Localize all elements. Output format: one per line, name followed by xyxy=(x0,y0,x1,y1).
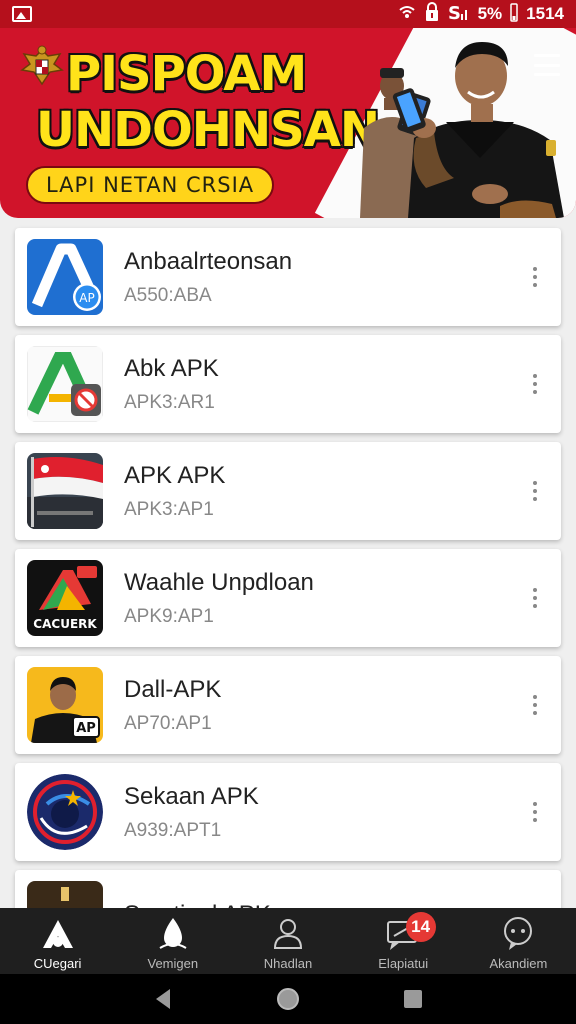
flag-icon xyxy=(27,453,103,529)
nav-label: Nhadlan xyxy=(263,956,313,971)
back-icon[interactable] xyxy=(143,979,183,1019)
blue-a-icon: AP xyxy=(27,239,103,315)
sim-icon: S xyxy=(448,2,470,27)
lock-icon xyxy=(424,1,440,27)
banner-title: PISPOAM UNDOHNSAN xyxy=(36,46,380,158)
nav-item-home[interactable]: CUegari xyxy=(0,908,115,974)
battery-icon xyxy=(510,2,518,27)
user-icon xyxy=(273,919,303,949)
more-options-icon[interactable] xyxy=(523,578,547,618)
nav-item-message[interactable]: Akandiem xyxy=(461,908,576,974)
app-name: Waahle Unpdloan xyxy=(124,569,314,596)
image-icon xyxy=(12,6,32,22)
app-subtitle: APK3:AR1 xyxy=(124,392,215,413)
header-banner: PISPOAM UNDOHNSAN LAPI NETAN CRSIA xyxy=(0,28,576,218)
banner-title-line1: PISPOAM xyxy=(66,46,307,102)
more-options-icon[interactable] xyxy=(523,471,547,511)
nav-item-drop[interactable]: Vemigen xyxy=(115,908,230,974)
app-subtitle: APK9:AP1 xyxy=(124,606,214,627)
ap-badge-text: AP xyxy=(79,291,94,305)
system-navigation-bar xyxy=(0,974,576,1024)
app-list: AP Anbaalrteonsan A550:ABA Abk APK APK3:… xyxy=(0,222,576,908)
hamburger-menu-icon[interactable] xyxy=(534,54,560,76)
more-options-icon[interactable] xyxy=(523,792,547,832)
recents-icon[interactable] xyxy=(393,979,433,1019)
more-options-icon[interactable] xyxy=(523,685,547,725)
nav-label: Vemigen xyxy=(147,956,199,971)
list-item[interactable]: CACUERK Waahle Unpdloan APK9:AP1 xyxy=(15,549,561,647)
app-subtitle: APK3:AP1 xyxy=(124,499,214,520)
list-item[interactable]: Scretiaal APK xyxy=(15,870,561,908)
clock: 1514 xyxy=(526,4,564,23)
list-item[interactable]: AP Dall-APK AP70:AP1 xyxy=(15,656,561,754)
nav-item-user[interactable]: Nhadlan xyxy=(230,908,345,974)
home-button-icon[interactable] xyxy=(268,979,308,1019)
ap-tag-text: AP xyxy=(76,721,96,736)
app-name: Sekaan APK xyxy=(124,783,259,810)
app-name: Scretiaal APK xyxy=(124,900,523,908)
banner-title-line2: UNDOHNSAN xyxy=(36,102,380,158)
app-subtitle: A550:ABA xyxy=(124,285,212,306)
more-options-icon[interactable] xyxy=(523,257,547,297)
green-a-icon xyxy=(27,346,103,422)
app-name: Dall-APK xyxy=(124,676,222,703)
nav-label: Akandiem xyxy=(489,956,548,971)
drop-icon xyxy=(159,918,187,949)
list-item[interactable]: Abk APK APK3:AR1 xyxy=(15,335,561,433)
notification-badge: 14 xyxy=(405,912,436,942)
app-screen: S 5% 1514 PISPOAM UNDOHNSAN LAPI NETAN C… xyxy=(0,0,576,1024)
nav-label: CUegari xyxy=(33,956,82,971)
svg-text:S: S xyxy=(448,3,461,22)
wifi-icon xyxy=(398,4,416,24)
dome-icon xyxy=(27,881,103,908)
message-icon xyxy=(504,917,533,950)
cacuerk-icon: CACUERK xyxy=(27,560,103,636)
nav-label: Elapiatui xyxy=(378,956,429,971)
home-icon xyxy=(42,920,73,948)
list-item[interactable]: APK APK APK3:AP1 xyxy=(15,442,561,540)
app-name: Anbaalrteonsan xyxy=(124,248,293,275)
status-bar: S 5% 1514 xyxy=(0,0,576,28)
more-options-icon[interactable] xyxy=(523,364,547,404)
list-item[interactable]: Sekaan APK A939:APT1 xyxy=(15,763,561,861)
cacuerk-text: CACUERK xyxy=(33,617,97,631)
app-name: Abk APK xyxy=(124,355,219,382)
more-options-icon[interactable] xyxy=(523,899,547,908)
orbit-icon xyxy=(27,774,103,850)
app-subtitle: AP70:AP1 xyxy=(124,713,212,734)
nav-item-chat[interactable]: 14 Elapiatui xyxy=(346,908,461,974)
app-subtitle: A939:APT1 xyxy=(124,820,222,841)
list-item[interactable]: AP Anbaalrteonsan A550:ABA xyxy=(15,228,561,326)
person-icon: AP xyxy=(27,667,103,743)
banner-tagline: LAPI NETAN CRSIA xyxy=(26,166,275,204)
battery-percent: 5% xyxy=(477,4,503,23)
app-name: APK APK xyxy=(124,462,226,489)
bottom-navigation: CUegari Vemigen Nhadlan 14 Elapiatui Aka… xyxy=(0,908,576,974)
